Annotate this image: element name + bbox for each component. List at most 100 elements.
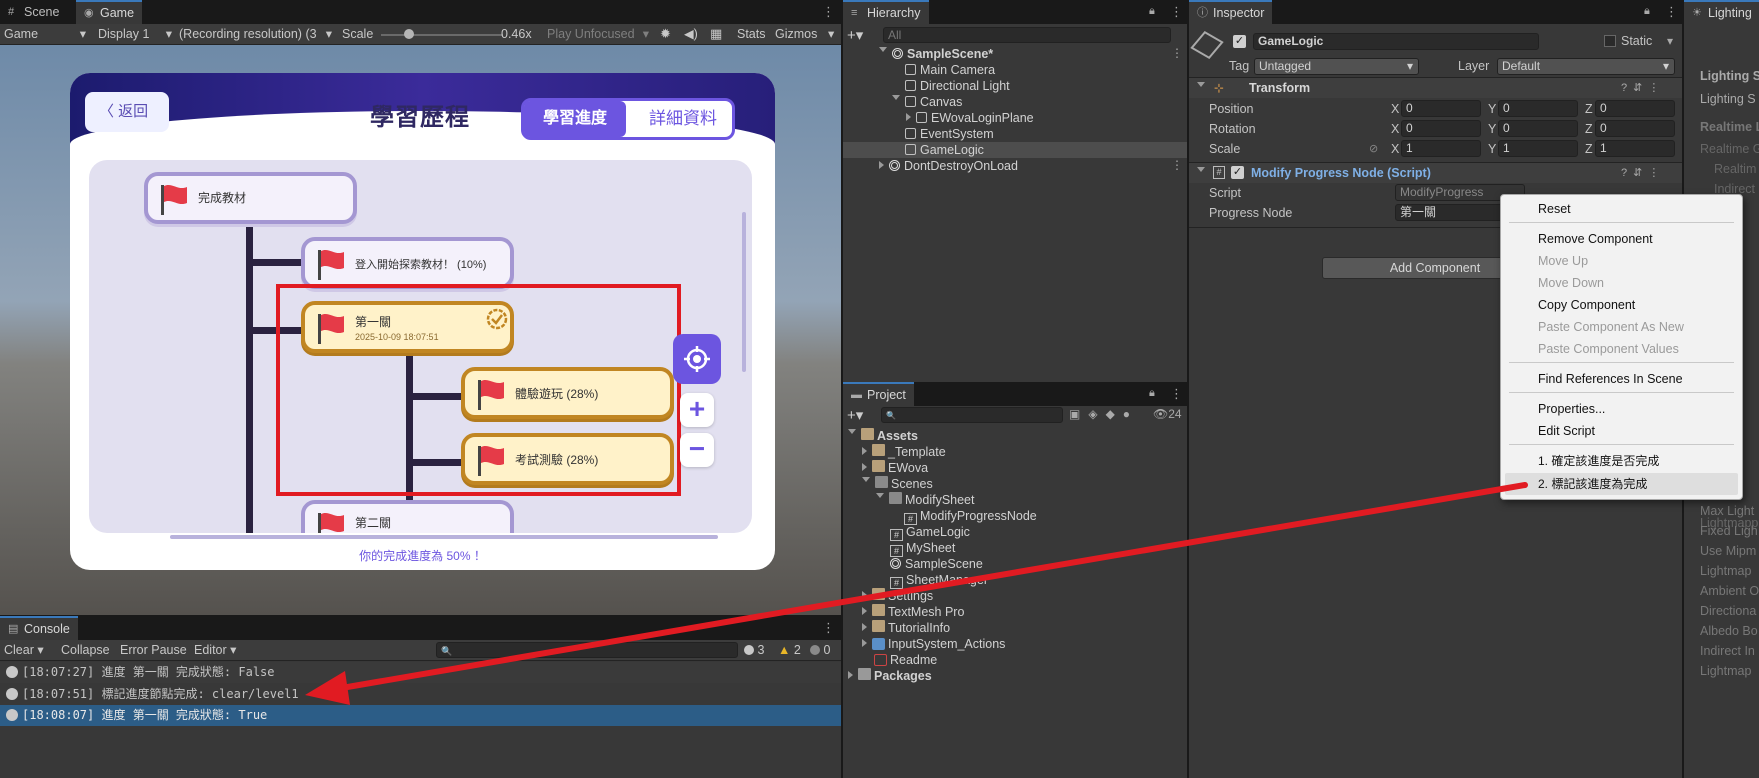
scale-slider-handle[interactable] [404, 29, 414, 39]
layer-dropdown[interactable]: Default ▾ [1497, 58, 1675, 75]
console-row-selected[interactable]: [18:08:07] 進度 第一關 完成狀態: True [0, 705, 841, 726]
vertical-scrollbar[interactable] [742, 212, 746, 372]
tab-details[interactable]: 詳細資料 [632, 101, 734, 137]
create-icon[interactable]: +▾ [847, 406, 863, 424]
project-item-template[interactable]: _Template [862, 444, 946, 460]
console-row[interactable]: [18:07:51] 標記進度節點完成: clear/level1 [0, 684, 841, 705]
lock-icon[interactable]: 🔒︎ [1149, 5, 1155, 18]
add-icon[interactable]: +▾ [847, 26, 863, 44]
menu-paste-component-as-new[interactable]: Paste Component As New [1538, 317, 1684, 337]
hierarchy-item-samplescene[interactable]: SampleScene* [879, 46, 993, 62]
lock-icon[interactable]: 🔒︎ [1644, 5, 1650, 18]
audio-icon[interactable]: ◀) [684, 24, 698, 44]
more-menu-icon[interactable]: ⋮ [822, 4, 835, 20]
project-item-modifyprogressnode[interactable]: # ModifyProgressNode [904, 508, 1037, 525]
error-pause-button[interactable]: Error Pause [120, 640, 187, 660]
project-item-tutorialinfo[interactable]: TutorialInfo [862, 620, 950, 636]
position-y[interactable]: 0 [1498, 100, 1578, 117]
scale-z[interactable]: 1 [1595, 140, 1675, 157]
component-tools-icons[interactable]: ?⇵⋮ [1621, 81, 1665, 94]
active-checkbox[interactable]: ✓ [1233, 35, 1246, 48]
log-count[interactable]: 3 [744, 640, 764, 660]
lock-icon[interactable]: 🔒︎ [1149, 387, 1155, 400]
menu-paste-component-values[interactable]: Paste Component Values [1538, 339, 1679, 359]
scale-x[interactable]: 1 [1401, 140, 1481, 157]
editor-dropdown[interactable]: Editor ▾ [194, 640, 236, 660]
node-login[interactable]: 登入開始探索教材！ (10%) [301, 237, 514, 289]
project-filter-icons[interactable]: ▣◈◆● [1069, 407, 1138, 421]
tab-hierarchy[interactable]: ≡ Hierarchy [843, 0, 929, 24]
project-item-inputsystem-actions[interactable]: InputSystem_Actions [862, 636, 1005, 652]
menu-copy-component[interactable]: Copy Component [1538, 295, 1635, 315]
hierarchy-item-gamelogic[interactable]: GameLogic [905, 142, 984, 158]
project-item-sheetmanager[interactable]: # SheetManager [890, 572, 988, 589]
project-item-packages[interactable]: Packages [848, 668, 932, 684]
hierarchy-item-ewovaloginplane[interactable]: EWovaLoginPlane [906, 110, 1034, 126]
rotation-x[interactable]: 0 [1401, 120, 1481, 137]
hierarchy-search-input[interactable]: All [883, 27, 1171, 43]
display-dropdown[interactable]: Display 1 ▾ [98, 24, 172, 44]
tab-lighting[interactable]: ☀ Lighting [1684, 0, 1759, 24]
static-dropdown-icon[interactable]: ▾ [1667, 34, 1673, 48]
project-item-settings[interactable]: Settings [862, 588, 933, 604]
static-checkbox[interactable] [1604, 35, 1616, 47]
object-name-input[interactable]: GameLogic [1253, 33, 1539, 50]
gizmos-button[interactable]: Gizmos [775, 24, 817, 44]
bug-icon[interactable]: ✹ [660, 24, 671, 44]
transform-header[interactable]: ⊹ Transform ?⇵⋮ [1189, 78, 1682, 98]
position-z[interactable]: 0 [1595, 100, 1675, 117]
console-search-input[interactable]: 🔍 [436, 642, 738, 658]
menu-find-references[interactable]: Find References In Scene [1538, 369, 1683, 389]
collapse-button[interactable]: Collapse [61, 640, 110, 660]
grid-icon[interactable]: ▦ [710, 24, 722, 44]
scene-menu-icon[interactable]: ⋮ [1171, 46, 1183, 60]
hierarchy-item-eventsystem[interactable]: EventSystem [905, 126, 994, 142]
hierarchy-item-main-camera[interactable]: Main Camera [905, 62, 995, 78]
more-menu-icon[interactable]: ⋮ [1665, 4, 1678, 20]
scale-y[interactable]: 1 [1498, 140, 1578, 157]
zoom-in-button[interactable]: + [680, 393, 714, 427]
tab-console[interactable]: ▤ Console [0, 616, 78, 640]
project-item-readme[interactable]: Readme [874, 652, 937, 668]
more-menu-icon[interactable]: ⋮ [822, 620, 835, 636]
more-menu-icon[interactable]: ⋮ [1170, 386, 1183, 402]
game-mode-dropdown[interactable]: Game ▾ [4, 24, 86, 44]
gizmos-dropdown-icon[interactable]: ▾ [828, 24, 834, 44]
stats-button[interactable]: Stats [737, 24, 766, 44]
rotation-y[interactable]: 0 [1498, 120, 1578, 137]
tab-scene[interactable]: # Scene [0, 0, 67, 24]
menu-mark-progress-complete[interactable]: 2. 標記該進度為完成 [1538, 474, 1647, 494]
component-tools-icons[interactable]: ?⇵⋮ [1621, 166, 1665, 179]
position-x[interactable]: 0 [1401, 100, 1481, 117]
back-button[interactable]: 〈 返回 [85, 92, 169, 132]
project-item-ewova[interactable]: EWova [862, 460, 928, 476]
node-complete-material[interactable]: 完成教材 [144, 172, 357, 224]
menu-move-down[interactable]: Move Down [1538, 273, 1604, 293]
error-count[interactable]: 0 [810, 640, 830, 660]
tag-dropdown[interactable]: Untagged ▾ [1254, 58, 1419, 75]
horizontal-scrollbar[interactable] [170, 535, 718, 539]
project-item-textmeshpro[interactable]: TextMesh Pro [862, 604, 964, 620]
menu-edit-script[interactable]: Edit Script [1538, 421, 1595, 441]
menu-properties[interactable]: Properties... [1538, 399, 1605, 419]
component-enabled-checkbox[interactable]: ✓ [1231, 166, 1244, 179]
menu-remove-component[interactable]: Remove Component [1538, 229, 1653, 249]
warning-count[interactable]: ▲ 2 [778, 640, 801, 660]
project-item-modifysheet[interactable]: ModifySheet [876, 492, 974, 508]
project-item-samplescene[interactable]: SampleScene [890, 556, 983, 572]
tab-game[interactable]: ◉ Game [76, 0, 143, 24]
script-component-header[interactable]: # ✓ Modify Progress Node (Script) ?⇵⋮ [1189, 163, 1682, 183]
more-menu-icon[interactable]: ⋮ [1170, 4, 1183, 20]
menu-check-progress[interactable]: 1. 確定該進度是否完成 [1538, 451, 1659, 471]
console-row[interactable]: [18:07:27] 進度 第一關 完成狀態: False [0, 662, 841, 683]
locate-button[interactable] [673, 334, 721, 384]
link-icon[interactable]: ⊘ [1369, 142, 1378, 155]
menu-move-up[interactable]: Move Up [1538, 251, 1588, 271]
zoom-out-button[interactable]: − [680, 433, 714, 467]
play-mode-dropdown[interactable]: Play Unfocused ▾ [547, 24, 649, 44]
scale-slider-track[interactable] [381, 34, 503, 36]
tab-progress[interactable]: 學習進度 [524, 101, 626, 137]
project-item-gamelogic[interactable]: # GameLogic [890, 524, 970, 541]
game-viewport[interactable]: 〈 返回 學習歷程 學習進度 詳細資料 完成教材 登入開始探索教材！ (10%) [0, 45, 841, 615]
hierarchy-item-canvas[interactable]: Canvas [892, 94, 962, 110]
